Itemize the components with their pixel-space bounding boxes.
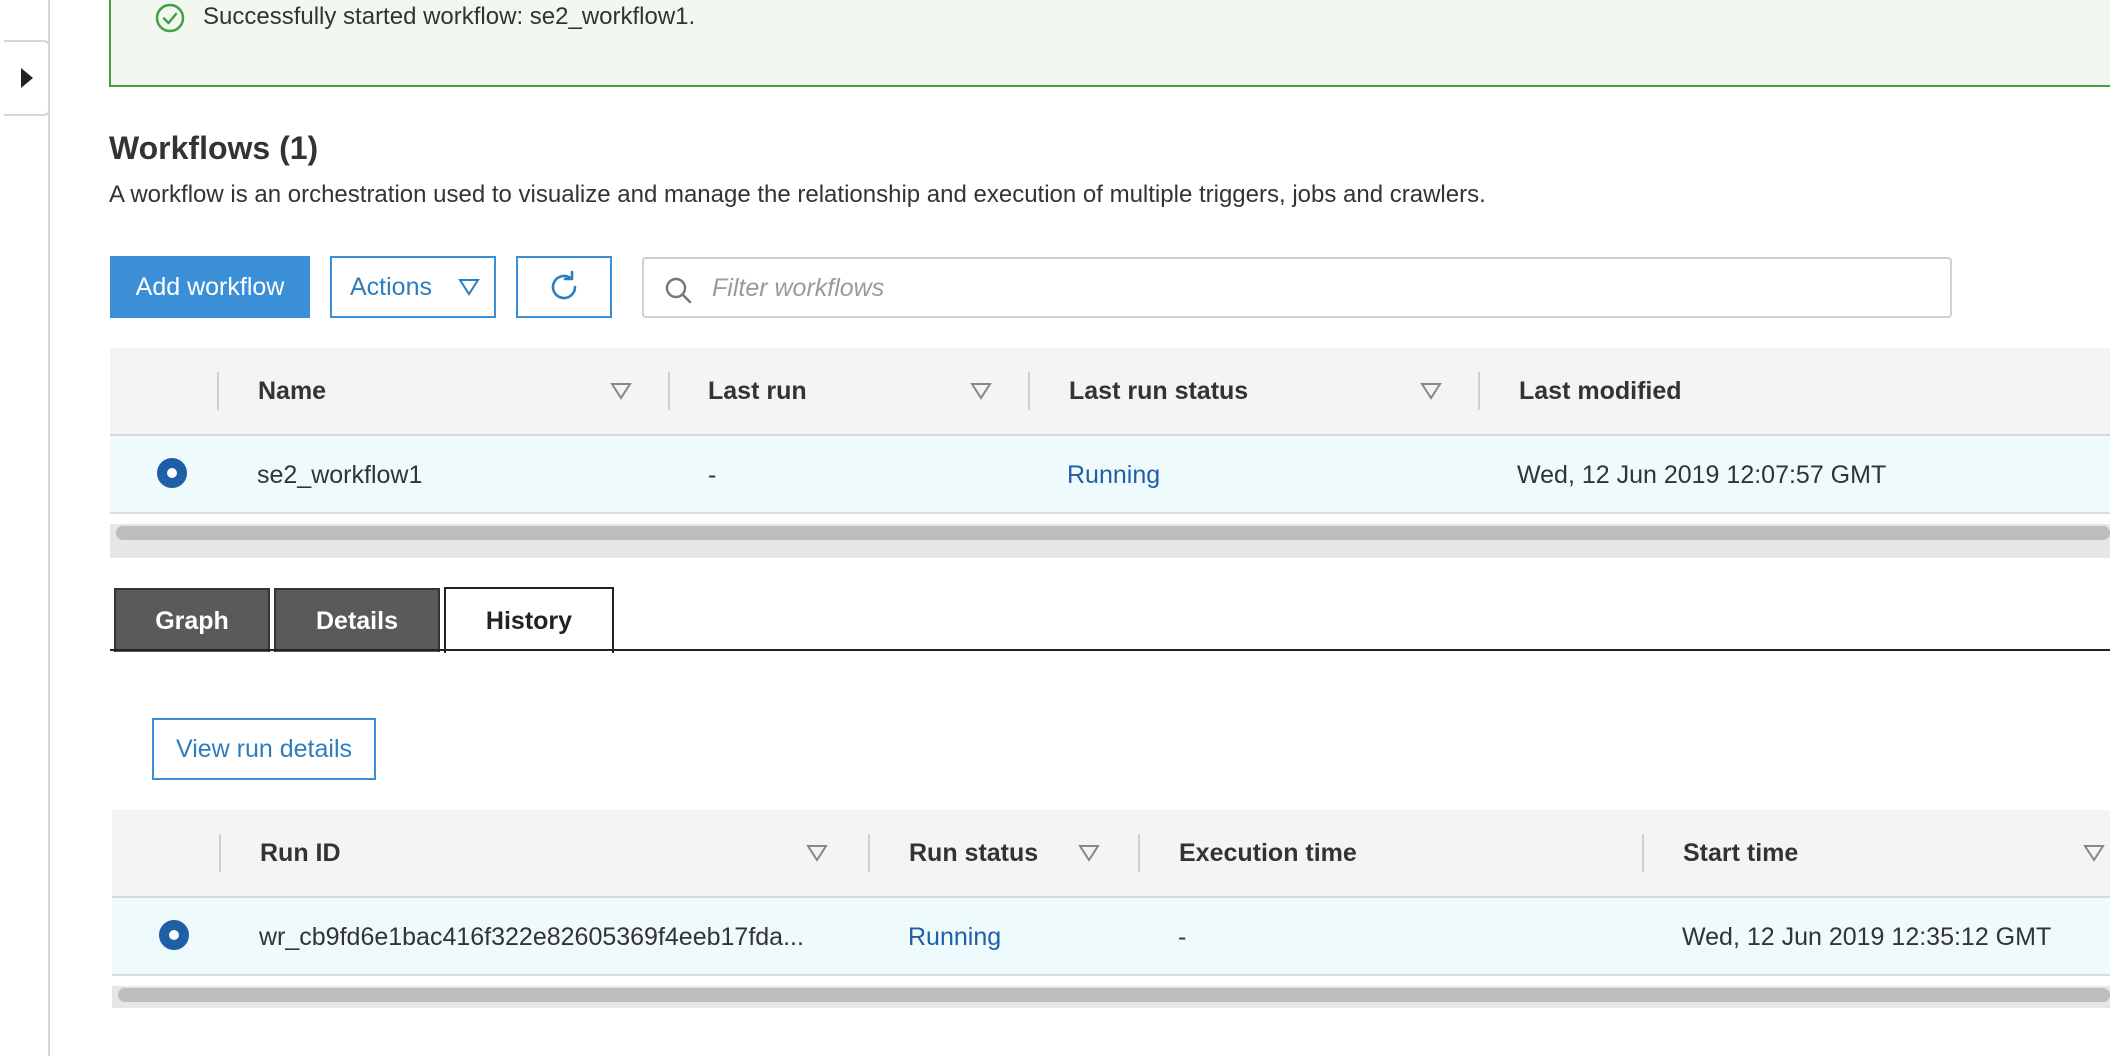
row-radio-button[interactable] [157,458,187,488]
tab-details[interactable]: Details [274,588,440,652]
row-radio-button[interactable] [159,920,189,950]
workflow-name: se2_workflow1 [257,461,423,489]
filter-workflows-field[interactable] [642,257,1952,318]
view-run-details-button[interactable]: View run details [152,718,376,780]
workflows-table-header: Name Last run Last run status Last modif… [110,348,2110,436]
chevron-down-icon [458,279,480,296]
column-divider [217,372,219,410]
history-table-header: Run ID Run status Execution time Start t… [112,810,2110,898]
banner-message: Successfully started workflow: se2_workf… [203,3,696,30]
column-header-name[interactable]: Name [258,376,326,406]
column-divider [1138,834,1140,872]
scrollbar-thumb[interactable] [118,988,2110,1002]
status-running-link[interactable]: Running [908,922,1001,952]
start-time: Wed, 12 Jun 2019 12:35:12 GMT [1682,923,2052,951]
sort-icon[interactable] [2083,844,2105,862]
column-divider [219,834,221,872]
success-banner: Successfully started workflow: se2_workf… [109,0,2110,87]
column-divider [1028,372,1030,410]
page-title: Workflows (1) [109,130,319,166]
check-circle-icon [155,3,185,33]
column-header-run-id[interactable]: Run ID [260,838,341,868]
column-header-last-run[interactable]: Last run [708,376,807,406]
page-description: A workflow is an orchestration used to v… [109,181,1486,208]
refresh-button[interactable] [516,256,612,318]
tab-graph[interactable]: Graph [114,588,270,652]
column-header-start-time[interactable]: Start time [1683,838,1798,868]
run-id: wr_cb9fd6e1bac416f322e82605369f4eeb17fda… [259,923,804,951]
caret-right-icon [21,68,33,88]
actions-dropdown[interactable]: Actions [330,256,496,318]
column-header-last-modified[interactable]: Last modified [1519,376,1682,406]
column-divider [668,372,670,410]
table-row[interactable]: se2_workflow1 - Running Wed, 12 Jun 2019… [110,436,2110,514]
column-divider [868,834,870,872]
refresh-icon [551,270,577,300]
side-panel-border [48,0,50,1056]
sort-icon[interactable] [806,844,828,862]
sort-icon[interactable] [1078,844,1100,862]
horizontal-scrollbar[interactable] [112,986,2110,1008]
sort-icon[interactable] [1420,382,1442,400]
status-running-link[interactable]: Running [1067,460,1160,490]
horizontal-scrollbar[interactable] [110,524,2110,558]
tab-underline [110,649,2110,651]
side-panel-toggle[interactable] [4,40,50,116]
column-divider [1478,372,1480,410]
table-row[interactable]: wr_cb9fd6e1bac416f322e82605369f4eeb17fda… [112,898,2110,976]
column-divider [1642,834,1644,872]
last-run: - [708,461,717,489]
filter-input[interactable] [710,267,1910,309]
sort-icon[interactable] [610,382,632,400]
search-icon [665,277,692,304]
column-header-last-run-status[interactable]: Last run status [1069,376,1248,406]
actions-label: Actions [350,272,432,301]
execution-time: - [1178,923,1187,951]
scrollbar-thumb[interactable] [116,526,2110,540]
sort-icon[interactable] [970,382,992,400]
tab-history[interactable]: History [444,587,614,653]
add-workflow-button[interactable]: Add workflow [110,256,310,318]
column-header-run-status[interactable]: Run status [909,838,1038,868]
last-modified: Wed, 12 Jun 2019 12:07:57 GMT [1517,461,1887,489]
column-header-execution-time[interactable]: Execution time [1179,838,1357,868]
